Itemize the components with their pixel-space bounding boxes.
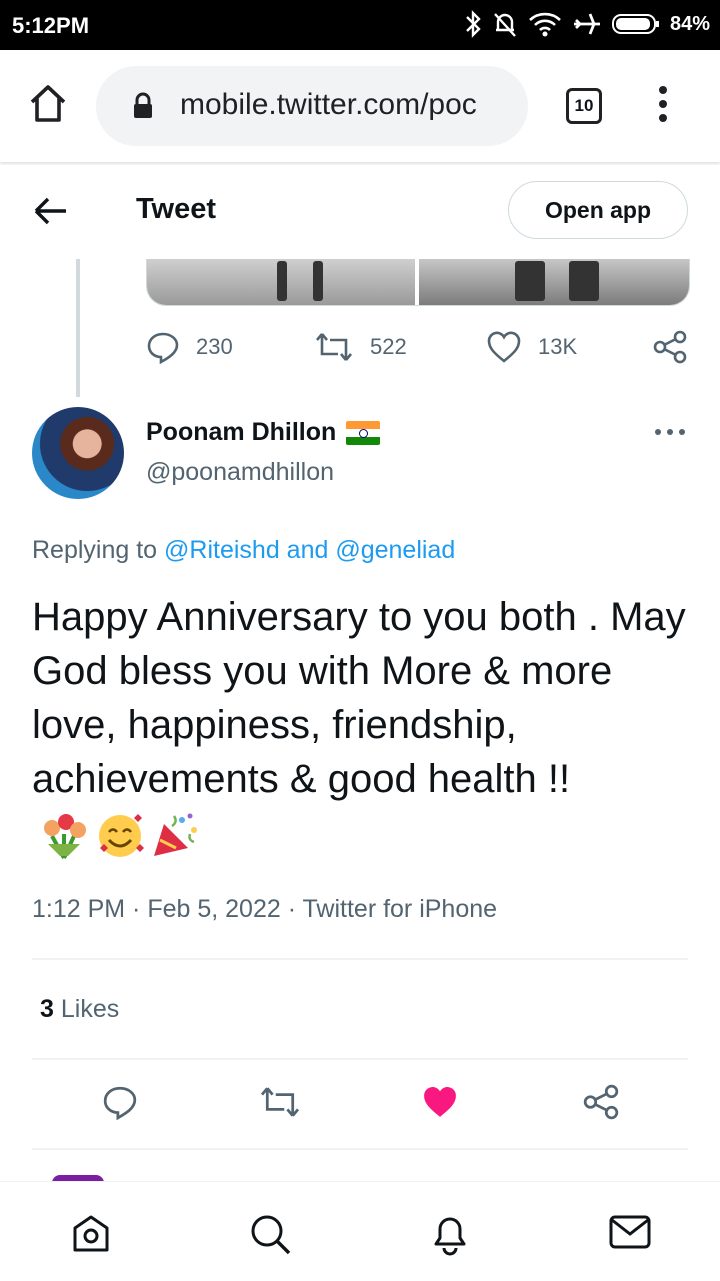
battery-icon (611, 14, 659, 34)
messages-icon[interactable] (608, 1212, 652, 1252)
smiling-face-with-hearts-icon (99, 814, 144, 858)
like-count: 13K (538, 334, 578, 359)
bluetooth-icon (466, 10, 481, 38)
previous-tweet-actions: 230 522 13K (146, 330, 688, 370)
bottom-navigation (0, 1181, 720, 1281)
replying-prefix: Replying to (32, 536, 158, 564)
address-bar[interactable]: mobile.twitter.com/poc (96, 66, 528, 146)
replying-to-links[interactable]: @Riteishd and @geneliad (164, 536, 455, 564)
open-app-button[interactable]: Open app (508, 181, 688, 239)
retweet-icon[interactable] (258, 1084, 302, 1120)
reply-count: 230 (196, 334, 233, 359)
tab-switcher-button[interactable]: 10 (566, 88, 602, 124)
status-time: 5:12PM (12, 13, 90, 38)
tweet-actions (0, 1084, 720, 1124)
author-name-row: Poonam Dhillon (146, 418, 381, 447)
url-text: mobile.twitter.com/poc (180, 88, 477, 121)
browser-menu-icon[interactable] (652, 84, 674, 124)
tweet-media[interactable] (146, 259, 690, 306)
status-icons: 84% (464, 10, 710, 38)
like-action[interactable]: 13K (486, 330, 577, 364)
home-icon[interactable] (28, 82, 68, 126)
search-icon[interactable] (248, 1212, 292, 1256)
divider (32, 1058, 688, 1060)
bouquet-icon (44, 814, 86, 860)
heart-icon (487, 331, 521, 363)
heart-filled-icon[interactable] (420, 1084, 460, 1120)
share-icon[interactable] (652, 330, 688, 364)
status-bar: 5:12PM 84% (0, 0, 720, 50)
airplane-mode-icon (573, 13, 600, 35)
tweet-meta: 1:12 PM · Feb 5, 2022 · Twitter for iPho… (32, 895, 498, 923)
author-name[interactable]: Poonam Dhillon (146, 418, 336, 447)
silent-bell-icon (494, 13, 516, 37)
reply-icon (147, 332, 179, 364)
tweet-header: Tweet Open app (0, 165, 720, 259)
author-avatar[interactable] (32, 407, 124, 499)
divider (32, 958, 688, 960)
author-handle[interactable]: @poonamdhillon (146, 458, 334, 487)
notifications-icon[interactable] (428, 1212, 472, 1256)
more-options-icon[interactable] (652, 420, 688, 444)
retweet-icon (316, 333, 352, 361)
back-arrow-icon[interactable] (30, 193, 70, 229)
tweet-emojis (38, 810, 202, 860)
browser-toolbar: mobile.twitter.com/poc 10 (0, 50, 720, 162)
battery-level: 84% (669, 12, 710, 35)
page-title: Tweet (136, 193, 217, 225)
thread-connector (76, 259, 80, 397)
india-flag-icon (346, 420, 381, 445)
retweet-count: 522 (370, 334, 407, 359)
media-image[interactable] (419, 259, 689, 305)
divider (32, 1148, 688, 1150)
tweet-text: Happy Anniversary to you both . May God … (32, 590, 692, 860)
home-icon[interactable] (70, 1212, 112, 1254)
replying-to: Replying to @Riteishd and @geneliad (32, 536, 455, 565)
share-icon[interactable] (582, 1084, 620, 1120)
lock-icon (134, 92, 152, 118)
media-image[interactable] (147, 259, 415, 305)
party-popper-icon (154, 813, 197, 857)
tweet-body: Happy Anniversary to you both . May God … (32, 595, 686, 801)
reply-action[interactable]: 230 (146, 330, 233, 364)
likes-count: 3 (40, 995, 54, 1023)
reply-icon[interactable] (102, 1084, 138, 1120)
retweet-action[interactable]: 522 (314, 330, 407, 364)
likes-summary[interactable]: 3 Likes (40, 995, 119, 1024)
wifi-icon (529, 12, 561, 37)
likes-label: Likes (60, 995, 120, 1023)
